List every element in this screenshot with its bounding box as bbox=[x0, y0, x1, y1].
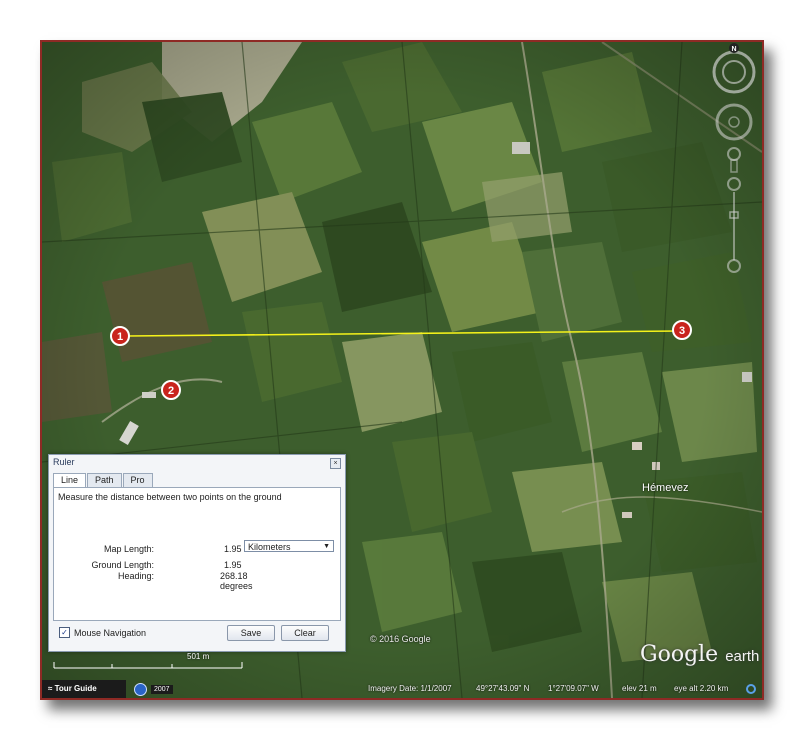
checkbox-checked-icon[interactable]: ✓ bbox=[59, 627, 70, 638]
tab-path[interactable]: Path bbox=[87, 473, 122, 487]
mouse-navigation-checkbox[interactable]: ✓ Mouse Navigation bbox=[59, 627, 146, 638]
scale-label: 501 m bbox=[187, 652, 210, 661]
ground-length-label: Ground Length: bbox=[91, 560, 154, 570]
google-earth-window: 1 2 3 N Hémevez Ruler × Line Path Pro Me… bbox=[40, 40, 764, 700]
longitude: 1°27'09.07" W bbox=[548, 684, 599, 693]
ruler-dialog-title: Ruler bbox=[53, 457, 75, 467]
heading-label: Heading: bbox=[117, 571, 154, 581]
marker-2[interactable]: 2 bbox=[159, 378, 185, 404]
ruler-tabs: Line Path Pro bbox=[53, 473, 154, 489]
compass-north-label: N bbox=[731, 46, 736, 53]
historical-imagery-control[interactable]: 2007 bbox=[134, 682, 173, 696]
eye-altitude: eye alt 2.20 km bbox=[674, 684, 729, 693]
ground-length-value: 1.95 bbox=[224, 560, 242, 570]
elevation: elev 21 m bbox=[622, 684, 657, 693]
save-button[interactable]: Save bbox=[227, 625, 275, 641]
marker-1-label: 1 bbox=[117, 331, 123, 343]
latitude: 49°27'43.09" N bbox=[476, 684, 530, 693]
streaming-indicator-icon bbox=[746, 684, 756, 694]
marker-3[interactable]: 3 bbox=[670, 318, 696, 344]
mouse-navigation-label: Mouse Navigation bbox=[74, 627, 147, 638]
ruler-panel: Measure the distance between two points … bbox=[53, 487, 341, 621]
clock-icon[interactable] bbox=[134, 682, 147, 696]
ruler-description: Measure the distance between two points … bbox=[58, 492, 282, 502]
marker-1[interactable]: 1 bbox=[108, 324, 134, 350]
compass-ring-icon bbox=[712, 50, 756, 94]
heading-value: 268.18 degrees bbox=[220, 571, 253, 591]
history-year: 2007 bbox=[151, 684, 173, 694]
map-length-label: Map Length: bbox=[103, 544, 154, 554]
marker-2-label: 2 bbox=[168, 385, 174, 397]
street-view-icon bbox=[727, 147, 741, 161]
map-length-value: 1.95 bbox=[224, 544, 242, 554]
clear-button[interactable]: Clear bbox=[281, 625, 329, 641]
tab-pro[interactable]: Pro bbox=[122, 473, 153, 487]
unit-select[interactable]: Kilometers ▼ bbox=[244, 540, 334, 552]
google-earth-logo: Google earth bbox=[640, 642, 760, 667]
scale-bar bbox=[53, 662, 243, 669]
place-label-hemevez: Hémevez bbox=[642, 482, 689, 494]
zoom-out-icon bbox=[727, 259, 741, 273]
ruler-dialog: Ruler × Line Path Pro Measure the distan… bbox=[48, 454, 346, 652]
zoom-in-icon bbox=[727, 177, 741, 191]
copyright-text: © 2016 Google bbox=[370, 634, 431, 644]
navigation-controls[interactable]: N bbox=[710, 42, 760, 282]
close-icon[interactable]: × bbox=[330, 458, 341, 469]
unit-select-value: Kilometers bbox=[248, 542, 291, 552]
imagery-date: Imagery Date: 1/1/2007 bbox=[368, 684, 452, 693]
chevron-down-icon: ▼ bbox=[323, 543, 330, 550]
tour-guide-label: Tour Guide bbox=[54, 684, 97, 693]
tour-guide-button[interactable]: ≈ Tour Guide bbox=[42, 680, 126, 698]
marker-3-label: 3 bbox=[679, 325, 685, 337]
look-joystick-icon bbox=[715, 103, 753, 141]
